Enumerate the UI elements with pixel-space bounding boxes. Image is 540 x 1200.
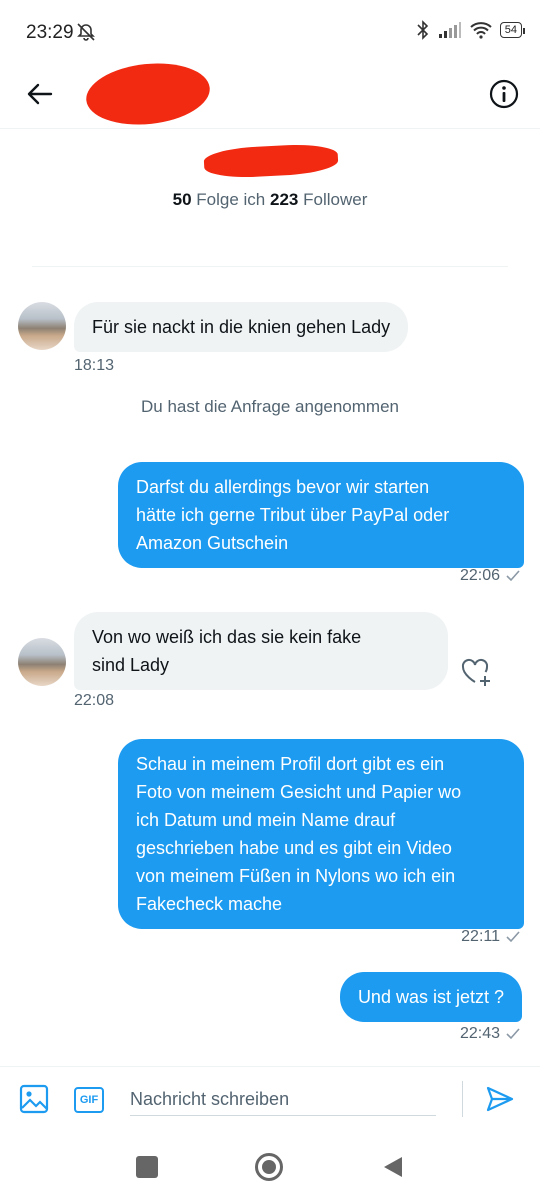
redacted-name bbox=[83, 57, 213, 131]
followers-count: 223 bbox=[270, 190, 299, 209]
avatar[interactable] bbox=[18, 638, 66, 686]
message-time: 22:11 bbox=[461, 928, 520, 946]
send-button[interactable] bbox=[484, 1083, 518, 1117]
media-button[interactable] bbox=[18, 1083, 52, 1117]
react-button[interactable] bbox=[458, 654, 494, 690]
message-line: Foto von meinem Gesicht und Papier wo bbox=[136, 782, 462, 802]
heart-plus-icon bbox=[461, 658, 490, 686]
message-bubble-outgoing[interactable]: Und was ist jetzt ? bbox=[339, 972, 522, 1022]
system-navigation-bar bbox=[0, 1138, 540, 1200]
message-time: 18:13 bbox=[74, 357, 115, 374]
avatar[interactable] bbox=[18, 302, 66, 350]
following-label[interactable]: Folge ich bbox=[196, 190, 265, 209]
triangle-back-icon bbox=[384, 1157, 402, 1177]
info-button[interactable] bbox=[486, 76, 522, 112]
message-line: Amazon Gutschein bbox=[136, 533, 289, 553]
bluetooth-icon bbox=[417, 20, 428, 40]
recents-button[interactable] bbox=[136, 1156, 158, 1178]
checkmark-icon bbox=[506, 1028, 520, 1040]
message-input[interactable] bbox=[130, 1083, 436, 1116]
following-count: 50 bbox=[172, 190, 192, 209]
status-icons: 54 bbox=[416, 20, 526, 40]
wifi-icon bbox=[470, 22, 492, 39]
message-line: Schau in meinem Profil dort gibt es ein bbox=[136, 754, 445, 774]
divider bbox=[32, 266, 508, 267]
redacted-username bbox=[203, 142, 339, 180]
message-line: von meinem Füßen in Nylons wo ich ein bbox=[136, 866, 456, 886]
alarm-off-icon bbox=[77, 23, 95, 41]
home-button[interactable] bbox=[255, 1153, 283, 1181]
message-composer: GIF bbox=[0, 1066, 540, 1133]
signal-icon bbox=[438, 22, 461, 38]
message-line: ich Datum und mein Name drauf bbox=[136, 810, 396, 830]
divider bbox=[462, 1081, 463, 1117]
checkmark-icon bbox=[506, 931, 520, 943]
message-time-text: 22:43 bbox=[459, 1025, 500, 1042]
info-icon bbox=[489, 79, 519, 109]
message-line: hätte ich gerne Tribut über PayPal oder bbox=[136, 505, 450, 525]
message-time: 22:43 bbox=[460, 1025, 520, 1043]
back-button[interactable] bbox=[22, 76, 58, 112]
message-line: Darfst du allerdings bevor wir starten bbox=[136, 477, 430, 497]
message-text: Und was ist jetzt ? bbox=[357, 987, 504, 1007]
home-dot bbox=[262, 1160, 276, 1174]
message-time: 22:08 bbox=[74, 692, 115, 709]
conversation-header bbox=[0, 57, 540, 131]
image-icon bbox=[19, 1084, 49, 1114]
message-line: geschrieben habe und es gibt ein Video bbox=[136, 838, 452, 858]
message-line: Fakecheck mache bbox=[136, 894, 283, 914]
system-back-button[interactable] bbox=[382, 1156, 404, 1178]
battery-icon: 54 bbox=[499, 22, 526, 38]
follow-stats: 50 Folge ich 223 Follower bbox=[0, 190, 540, 210]
message-bubble-outgoing[interactable]: Schau in meinem Profil dort gibt es ein … bbox=[118, 739, 524, 929]
request-accepted-note: Du hast die Anfrage angenommen bbox=[140, 397, 399, 416]
send-icon bbox=[486, 1086, 514, 1112]
status-bar: 23:29 54 bbox=[0, 0, 540, 64]
message-time: 22:06 bbox=[460, 567, 520, 585]
gif-button[interactable]: GIF bbox=[74, 1087, 104, 1113]
status-time: 23:29 bbox=[26, 22, 74, 43]
message-time-text: 22:11 bbox=[461, 928, 500, 945]
checkmark-icon bbox=[506, 570, 520, 582]
message-line: sind Lady bbox=[92, 655, 170, 675]
followers-label[interactable]: Follower bbox=[303, 190, 367, 209]
message-time-text: 22:06 bbox=[459, 567, 500, 584]
message-text: Für sie nackt in die knien gehen Lady bbox=[92, 317, 391, 337]
message-bubble-incoming[interactable]: Von wo weiß ich das sie kein fake sind L… bbox=[74, 612, 448, 690]
arrow-left-icon bbox=[27, 83, 53, 105]
gif-label: GIF bbox=[79, 1094, 99, 1106]
message-bubble-outgoing[interactable]: Darfst du allerdings bevor wir starten h… bbox=[118, 462, 524, 568]
message-line: Von wo weiß ich das sie kein fake bbox=[92, 627, 362, 647]
message-bubble-incoming[interactable]: Für sie nackt in die knien gehen Lady bbox=[74, 302, 409, 352]
